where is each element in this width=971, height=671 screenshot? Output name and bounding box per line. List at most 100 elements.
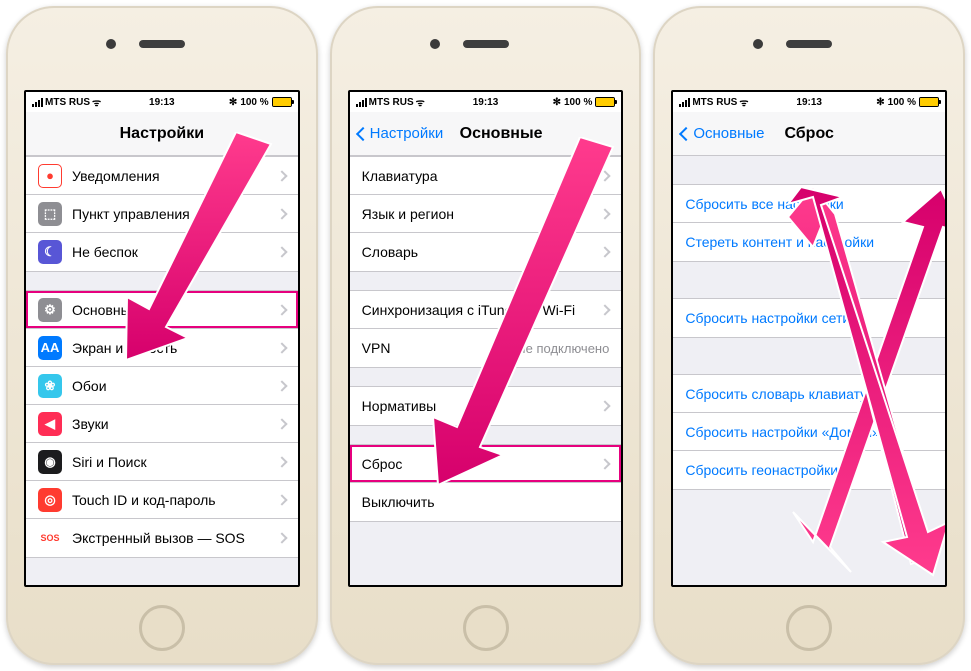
speaker — [786, 40, 832, 48]
settings-row[interactable]: ❀Обои — [26, 367, 298, 405]
chevron-right-icon — [276, 532, 287, 543]
battery-pct: 100 % — [888, 97, 916, 108]
settings-row[interactable]: SOS Экстренный вызов — SOS — [26, 519, 298, 557]
settings-row[interactable]: Сбросить все настройки — [673, 185, 945, 223]
settings-row[interactable]: Сбросить геонастройки — [673, 451, 945, 489]
settings-row[interactable]: AAЭкран и яркость — [26, 329, 298, 367]
chevron-right-icon — [600, 170, 611, 181]
settings-row[interactable]: Нормативы — [350, 387, 622, 425]
camera-dot — [753, 39, 763, 49]
settings-row[interactable]: Язык и регион — [350, 195, 622, 233]
settings-row[interactable]: ◀ Звуки — [26, 405, 298, 443]
row-label: VPN — [362, 340, 517, 356]
row-icon: ⚙ — [38, 298, 62, 322]
time: 19:13 — [473, 97, 499, 108]
row-icon: SOS — [38, 526, 62, 550]
row-label: Нормативы — [362, 398, 594, 414]
row-label: Не беспок — [72, 244, 270, 260]
row-label: Сбросить настройки сети — [685, 310, 933, 326]
carrier: MTS RUS — [369, 97, 414, 108]
row-label: Клавиатура — [362, 168, 594, 184]
signal-icon — [32, 98, 43, 107]
settings-row[interactable]: VPNНе подключено — [350, 329, 622, 367]
row-label: Пункт управления — [72, 206, 270, 222]
row-icon: ☾ — [38, 240, 62, 264]
chevron-right-icon — [276, 380, 287, 391]
chevron-right-icon — [600, 246, 611, 257]
row-label: Сбросить настройки «Домой» — [685, 424, 933, 440]
settings-row[interactable]: Сбросить словарь клавиатуры — [673, 375, 945, 413]
row-label: Язык и регион — [362, 206, 594, 222]
chevron-left-icon — [356, 126, 370, 140]
nav-bar: Настройки Основные — [350, 112, 622, 156]
back-button[interactable]: Настройки — [350, 125, 452, 142]
settings-row[interactable]: ◉Siri и Поиск — [26, 443, 298, 481]
row-icon: ● — [38, 164, 62, 188]
row-label: Синхронизация с iTunes по Wi-Fi — [362, 302, 594, 318]
chevron-right-icon — [276, 418, 287, 429]
chevron-right-icon — [600, 458, 611, 469]
chevron-right-icon — [600, 304, 611, 315]
row-label: Сбросить словарь клавиатуры — [685, 386, 933, 402]
settings-row[interactable]: ⚙ Основные — [26, 291, 298, 329]
row-label: Экстренный вызов — SOS — [72, 530, 270, 546]
wifi-icon: ᯤ — [739, 95, 748, 109]
settings-row[interactable]: ⬚Пункт управления — [26, 195, 298, 233]
bluetooth-icon: ✻ — [876, 97, 884, 108]
row-label: Выключить — [362, 494, 610, 510]
bluetooth-icon: ✻ — [553, 97, 561, 108]
screen-2: MTS RUSᯤ 19:13 ✻100 % Настройки Основные… — [348, 90, 624, 587]
nav-bar: Основные Сброс — [673, 112, 945, 156]
time: 19:13 — [149, 97, 175, 108]
wifi-icon: ᯤ — [92, 95, 101, 109]
chevron-right-icon — [276, 246, 287, 257]
phone-2: MTS RUSᯤ 19:13 ✻100 % Настройки Основные… — [330, 6, 642, 665]
carrier: MTS RUS — [45, 97, 90, 108]
phone-3: MTS RUSᯤ 19:13 ✻100 % Основные Сброс Сбр… — [653, 6, 965, 665]
settings-row[interactable]: ☾ Не беспок — [26, 233, 298, 271]
screen-1: MTS RUSᯤ 19:13 ✻100 % Настройки ●Уведомл… — [24, 90, 300, 587]
wifi-icon: ᯤ — [416, 95, 425, 109]
section-sync: Синхронизация с iTunes по Wi-Fi VPNНе под… — [350, 290, 622, 368]
row-label: Сбросить геонастройки — [685, 462, 933, 478]
status-bar: MTS RUSᯤ 19:13 ✻100 % — [673, 92, 945, 112]
home-button[interactable] — [786, 605, 832, 651]
settings-row[interactable]: Выключить — [350, 483, 622, 521]
settings-row[interactable]: Стереть контент и настройки — [673, 223, 945, 261]
settings-row[interactable]: Клавиатура — [350, 157, 622, 195]
battery-pct: 100 % — [564, 97, 592, 108]
row-label: Словарь — [362, 244, 594, 260]
page-title: Настройки — [26, 125, 298, 143]
settings-row[interactable]: Сбросить настройки сети — [673, 299, 945, 337]
signal-icon — [679, 98, 690, 107]
speaker — [463, 40, 509, 48]
settings-row[interactable]: Сбросить настройки «Домой» — [673, 413, 945, 451]
row-label: Звуки — [72, 416, 270, 432]
row-label: Стереть контент и настройки — [685, 234, 933, 250]
battery-pct: 100 % — [240, 97, 268, 108]
row-icon: ❀ — [38, 374, 62, 398]
row-value: Не подключено — [516, 341, 609, 356]
battery-icon — [272, 97, 292, 107]
settings-row[interactable]: Словарь — [350, 233, 622, 271]
home-button[interactable] — [463, 605, 509, 651]
row-icon: ◀ — [38, 412, 62, 436]
chevron-right-icon — [276, 342, 287, 353]
settings-row[interactable]: Синхронизация с iTunes по Wi-Fi — [350, 291, 622, 329]
back-button[interactable]: Основные — [673, 125, 772, 142]
settings-row[interactable]: ●Уведомления — [26, 157, 298, 195]
chevron-right-icon — [276, 456, 287, 467]
chevron-right-icon — [276, 208, 287, 219]
settings-row[interactable]: Сброс — [350, 445, 622, 483]
section-reset: Сброс Выключить — [350, 444, 622, 522]
chevron-right-icon — [276, 494, 287, 505]
settings-row[interactable]: ◎Touch ID и код-пароль — [26, 481, 298, 519]
back-label: Настройки — [370, 125, 444, 142]
section-reset-network: Сбросить настройки сети — [673, 298, 945, 338]
home-button[interactable] — [139, 605, 185, 651]
row-label: Основные — [72, 302, 270, 318]
phone-1: MTS RUSᯤ 19:13 ✻100 % Настройки ●Уведомл… — [6, 6, 318, 665]
row-label: Сброс — [362, 456, 594, 472]
status-bar: MTS RUSᯤ 19:13 ✻100 % — [350, 92, 622, 112]
carrier: MTS RUS — [692, 97, 737, 108]
